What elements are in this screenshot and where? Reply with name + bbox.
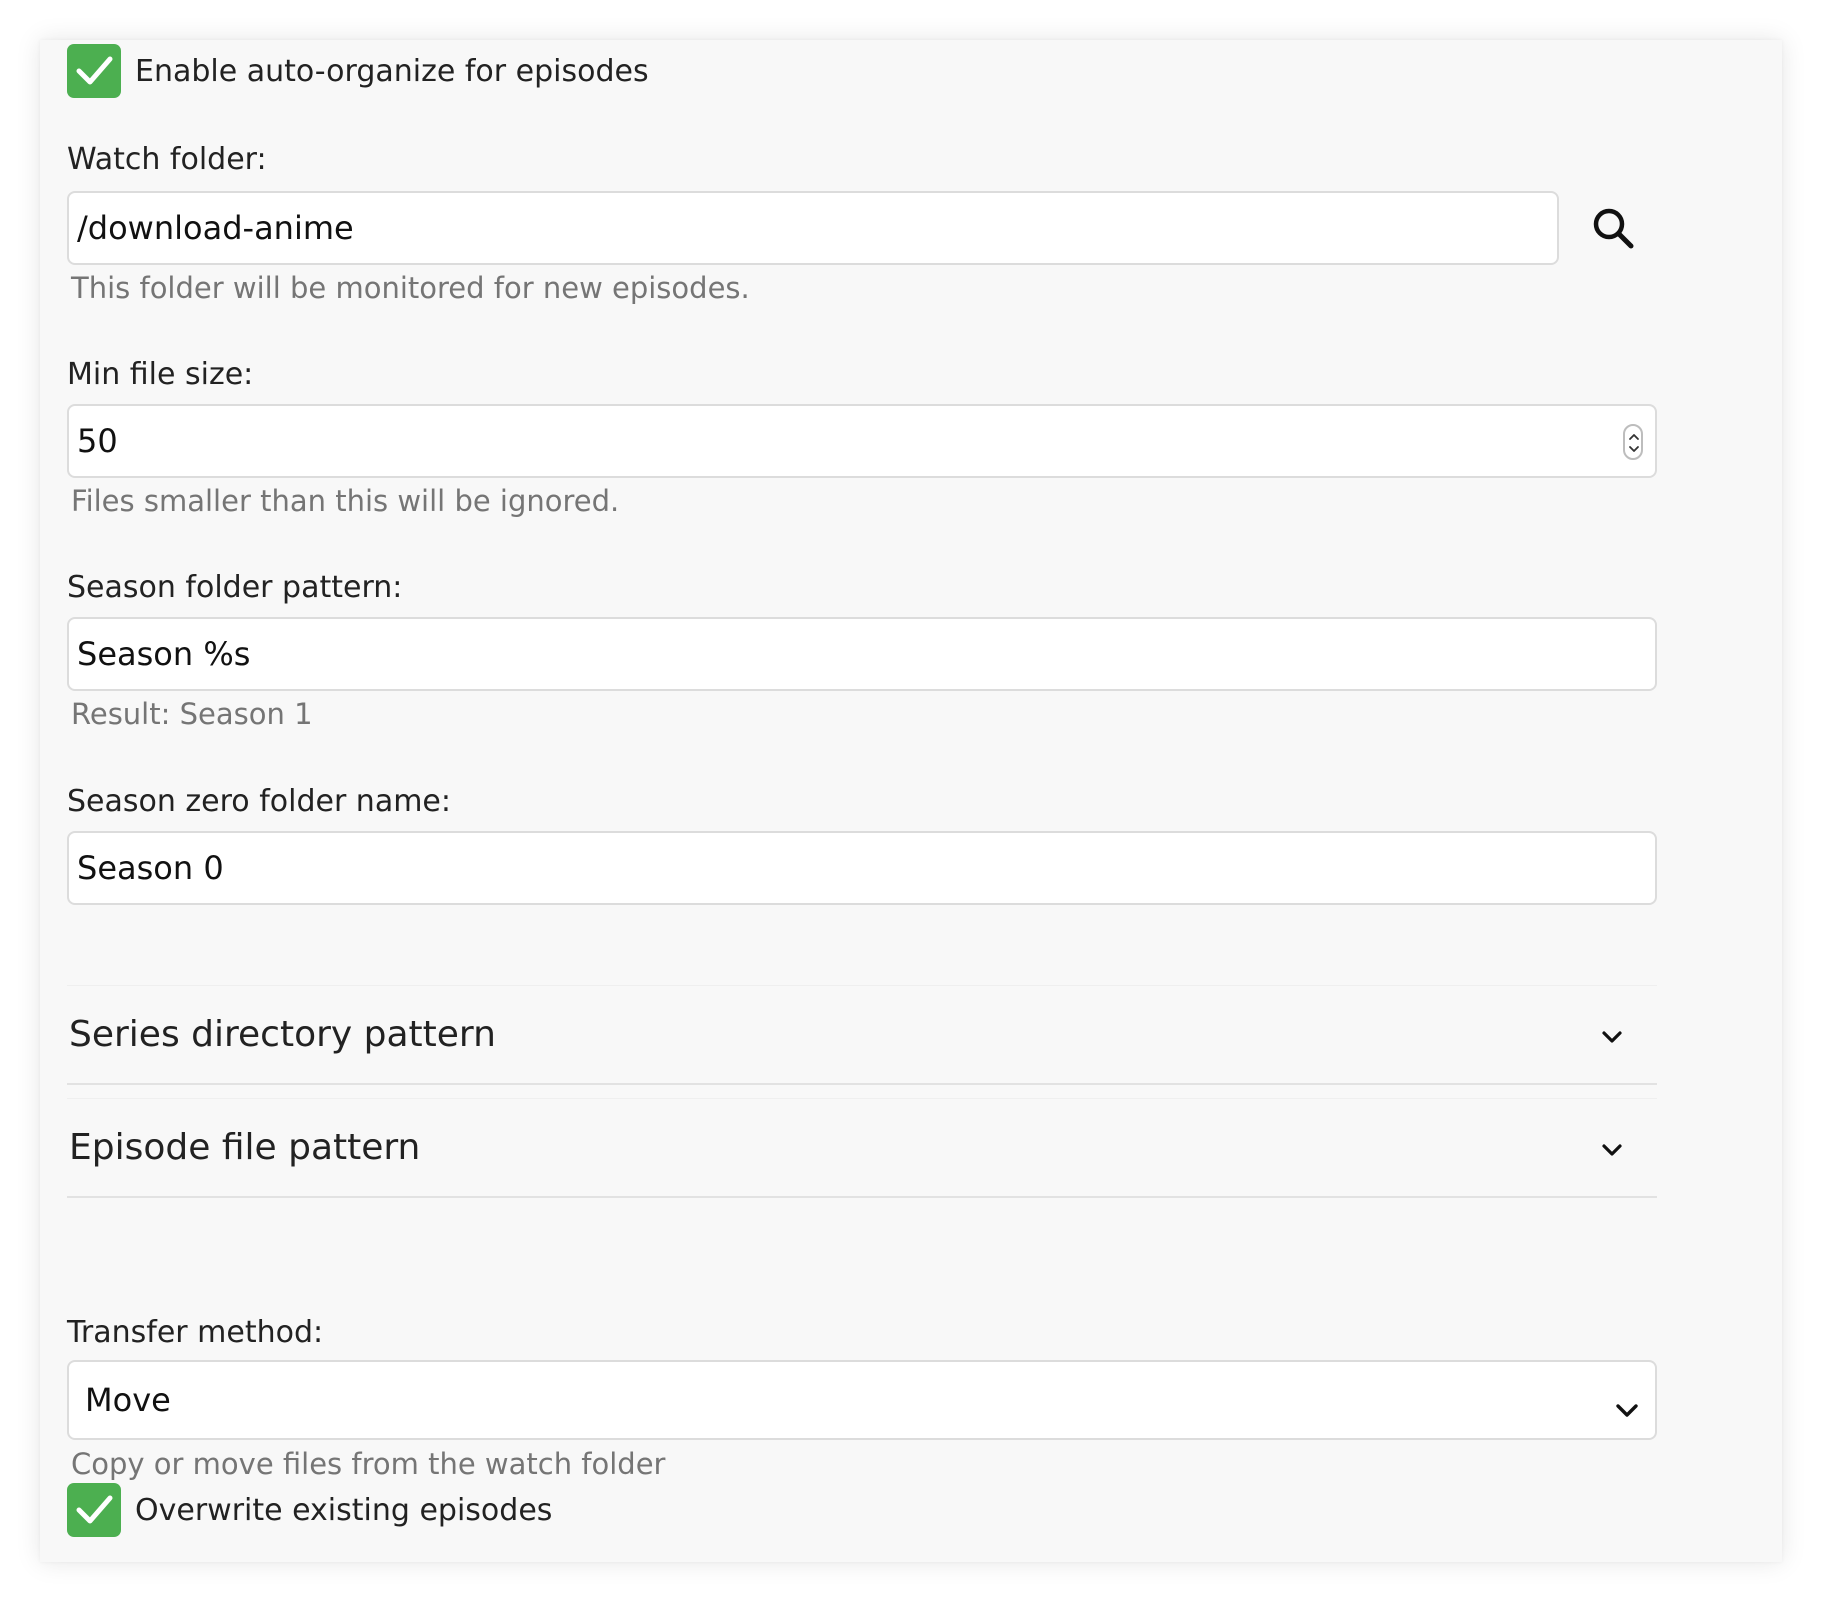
browse-folder-button[interactable] <box>1585 200 1645 260</box>
episode-file-pattern-section[interactable]: Episode file pattern <box>67 1098 1657 1198</box>
series-directory-pattern-title: Series directory pattern <box>69 1014 496 1055</box>
auto-organize-label: Enable auto-organize for episodes <box>135 54 649 89</box>
min-file-size-helper: Files smaller than this will be ignored. <box>71 484 620 518</box>
search-icon <box>1593 208 1634 249</box>
auto-organize-checkbox[interactable] <box>67 44 121 98</box>
overwrite-checkbox[interactable] <box>67 1483 121 1537</box>
min-file-size-input[interactable]: 50 <box>67 404 1657 478</box>
transfer-method-selected: Move <box>85 1381 171 1419</box>
check-icon <box>76 56 113 85</box>
season-zero-folder-input[interactable]: Season 0 <box>67 831 1657 905</box>
watch-folder-input[interactable]: /download-anime <box>67 191 1559 265</box>
check-icon <box>76 1495 113 1524</box>
min-file-size-label: Min file size: <box>67 357 254 392</box>
series-directory-pattern-section[interactable]: Series directory pattern <box>67 985 1657 1085</box>
season-folder-pattern-input[interactable]: Season %s <box>67 617 1657 691</box>
transfer-method-select[interactable]: Move <box>67 1360 1657 1440</box>
chevron-down-icon <box>1616 1404 1638 1417</box>
transfer-method-helper: Copy or move files from the watch folder <box>71 1447 666 1481</box>
chevron-down-icon <box>1602 1144 1622 1156</box>
min-file-size-value: 50 <box>77 422 118 460</box>
season-folder-pattern-label: Season folder pattern: <box>67 570 403 605</box>
transfer-method-label: Transfer method: <box>67 1315 324 1350</box>
watch-folder-helper: This folder will be monitored for new ep… <box>71 271 750 305</box>
watch-folder-label: Watch folder: <box>67 142 267 177</box>
spinner-arrows-icon <box>1629 434 1639 452</box>
watch-folder-value: /download-anime <box>77 209 354 247</box>
season-zero-folder-label: Season zero folder name: <box>67 784 451 819</box>
episode-file-pattern-title: Episode file pattern <box>69 1127 421 1168</box>
settings-panel: Enable auto-organize for episodes Watch … <box>40 40 1782 1562</box>
number-stepper[interactable] <box>1623 424 1643 460</box>
chevron-down-icon <box>1602 1031 1622 1043</box>
season-folder-pattern-value: Season %s <box>77 635 251 673</box>
season-zero-folder-value: Season 0 <box>77 849 224 887</box>
overwrite-label: Overwrite existing episodes <box>135 1493 553 1528</box>
season-folder-pattern-result: Result: Season 1 <box>71 697 313 731</box>
